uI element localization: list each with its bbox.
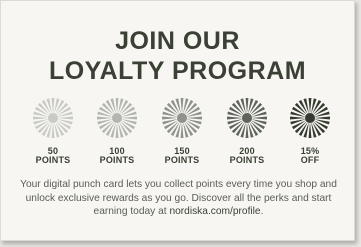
tier-100-points: 100 POINTS: [88, 96, 146, 168]
tier-label: 15% OFF: [281, 147, 339, 165]
tier-50-points: 50 POINTS: [24, 96, 82, 168]
tier-15-percent-off: 15% OFF: [281, 96, 339, 168]
description-end: .: [260, 206, 264, 217]
reward-tiers: 50 POINTS 100 POINTS 150 POINTS 200 POIN…: [24, 96, 334, 168]
sunburst-icon: [289, 97, 331, 139]
sunburst-icon: [96, 97, 138, 139]
tier-label: 50 POINTS: [24, 147, 82, 165]
sunburst-icon: [32, 97, 74, 139]
tier-unit: OFF: [300, 155, 320, 165]
tier-unit: POINTS: [164, 155, 200, 165]
tier-label: 200 POINTS: [218, 147, 276, 165]
description-text: Your digital punch card lets you collect…: [15, 178, 342, 219]
title-line-2: LOYALTY PROGRAM: [48, 57, 307, 85]
tier-label: 100 POINTS: [88, 147, 146, 165]
tier-unit: POINTS: [99, 155, 135, 165]
profile-link[interactable]: nordiska.com/profile: [169, 206, 260, 217]
title-line-1: JOIN OUR: [115, 27, 240, 55]
tier-150-points: 150 POINTS: [153, 96, 211, 168]
tier-200-points: 200 POINTS: [218, 96, 276, 168]
tier-unit: POINTS: [35, 155, 71, 165]
sunburst-icon: [161, 97, 203, 139]
tier-label: 150 POINTS: [153, 147, 211, 165]
sunburst-icon: [226, 97, 268, 139]
tier-unit: POINTS: [229, 155, 265, 165]
loyalty-card: JOIN OUR LOYALTY PROGRAM 50 POINTS 100 P…: [0, 0, 355, 241]
